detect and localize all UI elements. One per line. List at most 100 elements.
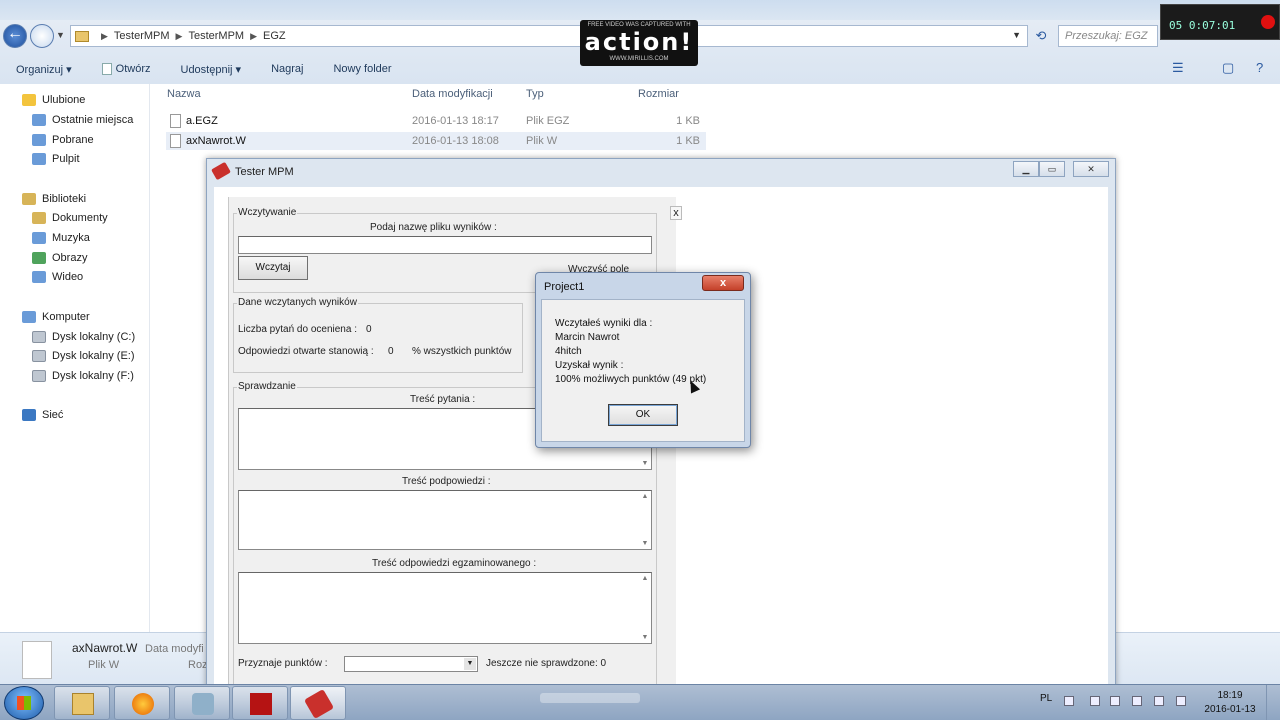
sidebar-item-libraries[interactable]: Biblioteki: [22, 193, 86, 205]
taskbar-pdf-reader[interactable]: [232, 686, 288, 720]
tester-title-bar[interactable]: Tester MPM ▁ ▭ ✕: [207, 159, 1115, 185]
downloads-icon: [32, 134, 46, 146]
taskbar-app[interactable]: [174, 686, 230, 720]
maximize-button[interactable]: ▭: [1039, 161, 1065, 177]
answer-textarea[interactable]: ▲ ▼: [238, 572, 652, 644]
file-name-input[interactable]: [238, 236, 652, 254]
start-button[interactable]: [4, 686, 44, 720]
clock-time: 18:19: [1217, 690, 1243, 701]
dialog-close-button[interactable]: x: [702, 275, 744, 291]
address-bar[interactable]: ▶ TesterMPM ▶ TesterMPM ▶ EGZ ▼: [70, 25, 1028, 47]
volume-icon[interactable]: [1176, 696, 1186, 706]
share-button[interactable]: Udostępnij ▾: [181, 63, 242, 76]
watermark-brand: action!: [584, 28, 694, 56]
recorder-widget[interactable]: 05 0:07:01: [1160, 4, 1280, 40]
chevron-down-icon[interactable]: ▼: [464, 658, 476, 670]
sidebar-item-documents[interactable]: Dokumenty: [32, 212, 108, 224]
file-date: 2016-01-13 18:08: [412, 135, 499, 147]
dialog-line: Uzyskał wynik :: [555, 360, 624, 371]
tester-app-icon: [303, 688, 335, 720]
results-group: Dane wczytanych wyników Liczba pytań do …: [233, 297, 523, 373]
column-header-type[interactable]: Typ: [526, 88, 544, 100]
burn-button[interactable]: Nagraj: [271, 63, 303, 75]
sidebar-item-pictures[interactable]: Obrazy: [32, 252, 87, 264]
sidebar-item-desktop[interactable]: Pulpit: [32, 153, 80, 165]
new-folder-button[interactable]: Nowy folder: [333, 63, 391, 75]
dialog-body: Wczytałeś wyniki dla : Marcin Nawrot 4hi…: [541, 299, 745, 442]
pictures-icon: [32, 252, 46, 264]
sidebar-item-network[interactable]: Sieć: [22, 409, 63, 421]
tray-arrow-icon[interactable]: [1064, 696, 1074, 706]
app-icon: [211, 161, 231, 181]
column-header-name[interactable]: Nazwa: [167, 88, 201, 100]
folder-icon: [72, 693, 94, 715]
pdf-icon: [250, 693, 272, 715]
open-answers-label: Odpowiedzi otwarte stanowią :: [238, 346, 374, 357]
forward-arrow-icon[interactable]: [30, 24, 54, 48]
refresh-icon[interactable]: ⟲: [1030, 25, 1052, 47]
sidebar-item-music[interactable]: Muzyka: [32, 232, 90, 244]
taskbar-firefox[interactable]: [114, 686, 170, 720]
file-row[interactable]: a.EGZ 2016-01-13 18:17 Plik EGZ 1 KB: [166, 112, 706, 130]
tray-app-icon[interactable]: [1110, 696, 1120, 706]
sidebar-item-videos[interactable]: Wideo: [32, 271, 83, 283]
show-desktop-button[interactable]: [1266, 685, 1280, 720]
file-row[interactable]: axNawrot.W 2016-01-13 18:08 Plik W 1 KB: [166, 132, 706, 150]
sidebar-label: Ulubione: [42, 94, 86, 106]
taskbar-explorer[interactable]: [54, 686, 110, 720]
search-input[interactable]: Przeszukaj: EGZ: [1058, 25, 1158, 47]
column-header-size[interactable]: Rozmiar: [638, 88, 679, 100]
sidebar-label: Dysk lokalny (C:): [52, 331, 136, 343]
help-icon[interactable]: ?: [1256, 60, 1263, 75]
breadcrumb-item[interactable]: TesterMPM: [188, 30, 244, 42]
organize-button[interactable]: Organizuj ▾: [16, 63, 72, 76]
question-text-label: Treść pytania :: [410, 394, 476, 405]
record-icon[interactable]: [1261, 15, 1275, 29]
points-combobox[interactable]: ▼: [344, 656, 478, 672]
taskbar: PL 18:19 2016-01-13: [0, 684, 1280, 720]
view-options-icon[interactable]: ☰: [1172, 60, 1184, 76]
open-button[interactable]: Otwórz: [101, 63, 151, 75]
chevron-right-icon[interactable]: ▶: [250, 31, 257, 42]
sidebar-label: Komputer: [42, 311, 90, 323]
minimize-button[interactable]: ▁: [1013, 161, 1039, 177]
file-size: 1 KB: [676, 135, 700, 147]
panel-close-icon[interactable]: x: [670, 206, 682, 220]
scroll-down-icon[interactable]: ▼: [641, 634, 649, 641]
tray-app-icon[interactable]: [1090, 696, 1100, 706]
scroll-up-icon[interactable]: ▲: [641, 575, 649, 582]
sidebar-item-drive-f[interactable]: Dysk lokalny (F:): [32, 370, 134, 382]
sidebar-item-downloads[interactable]: Pobrane: [32, 134, 94, 146]
sidebar-item-favorites[interactable]: Ulubione: [22, 94, 85, 106]
address-dropdown-icon[interactable]: ▼: [1012, 30, 1021, 40]
breadcrumb-item[interactable]: EGZ: [263, 30, 286, 42]
chevron-right-icon[interactable]: ▶: [101, 31, 108, 42]
sidebar-item-drive-e[interactable]: Dysk lokalny (E:): [32, 350, 135, 362]
scroll-down-icon[interactable]: ▼: [641, 540, 649, 547]
scroll-up-icon[interactable]: ▲: [641, 493, 649, 500]
documents-icon: [32, 212, 46, 224]
sidebar-item-drive-c[interactable]: Dysk lokalny (C:): [32, 331, 135, 343]
chevron-right-icon[interactable]: ▶: [176, 31, 183, 42]
details-date-label: Data modyfi: [145, 643, 204, 655]
preview-pane-icon[interactable]: ▢: [1222, 60, 1234, 76]
scroll-down-icon[interactable]: ▼: [641, 460, 649, 467]
sidebar-item-recent[interactable]: Ostatnie miejsca: [32, 114, 133, 126]
load-button[interactable]: Wczytaj: [238, 256, 308, 280]
close-button[interactable]: ✕: [1073, 161, 1109, 177]
column-header-date[interactable]: Data modyfikacji: [412, 88, 493, 100]
network-icon[interactable]: [1154, 696, 1164, 706]
clock[interactable]: 18:19 2016-01-13: [1200, 689, 1260, 717]
history-dropdown-icon[interactable]: ▼: [56, 30, 65, 40]
language-indicator[interactable]: PL: [1040, 693, 1052, 704]
action-center-icon[interactable]: [1132, 696, 1142, 706]
sidebar-item-computer[interactable]: Komputer: [22, 311, 90, 323]
back-arrow-icon[interactable]: [3, 24, 27, 48]
file-name-prompt: Podaj nazwę pliku wyników :: [370, 222, 497, 233]
ok-button[interactable]: OK: [608, 404, 678, 426]
taskbar-tester[interactable]: [290, 686, 346, 720]
folder-icon: [75, 30, 89, 42]
sidebar-label: Dokumenty: [52, 212, 108, 224]
hint-textarea[interactable]: ▲ ▼: [238, 490, 652, 550]
breadcrumb-item[interactable]: TesterMPM: [114, 30, 170, 42]
